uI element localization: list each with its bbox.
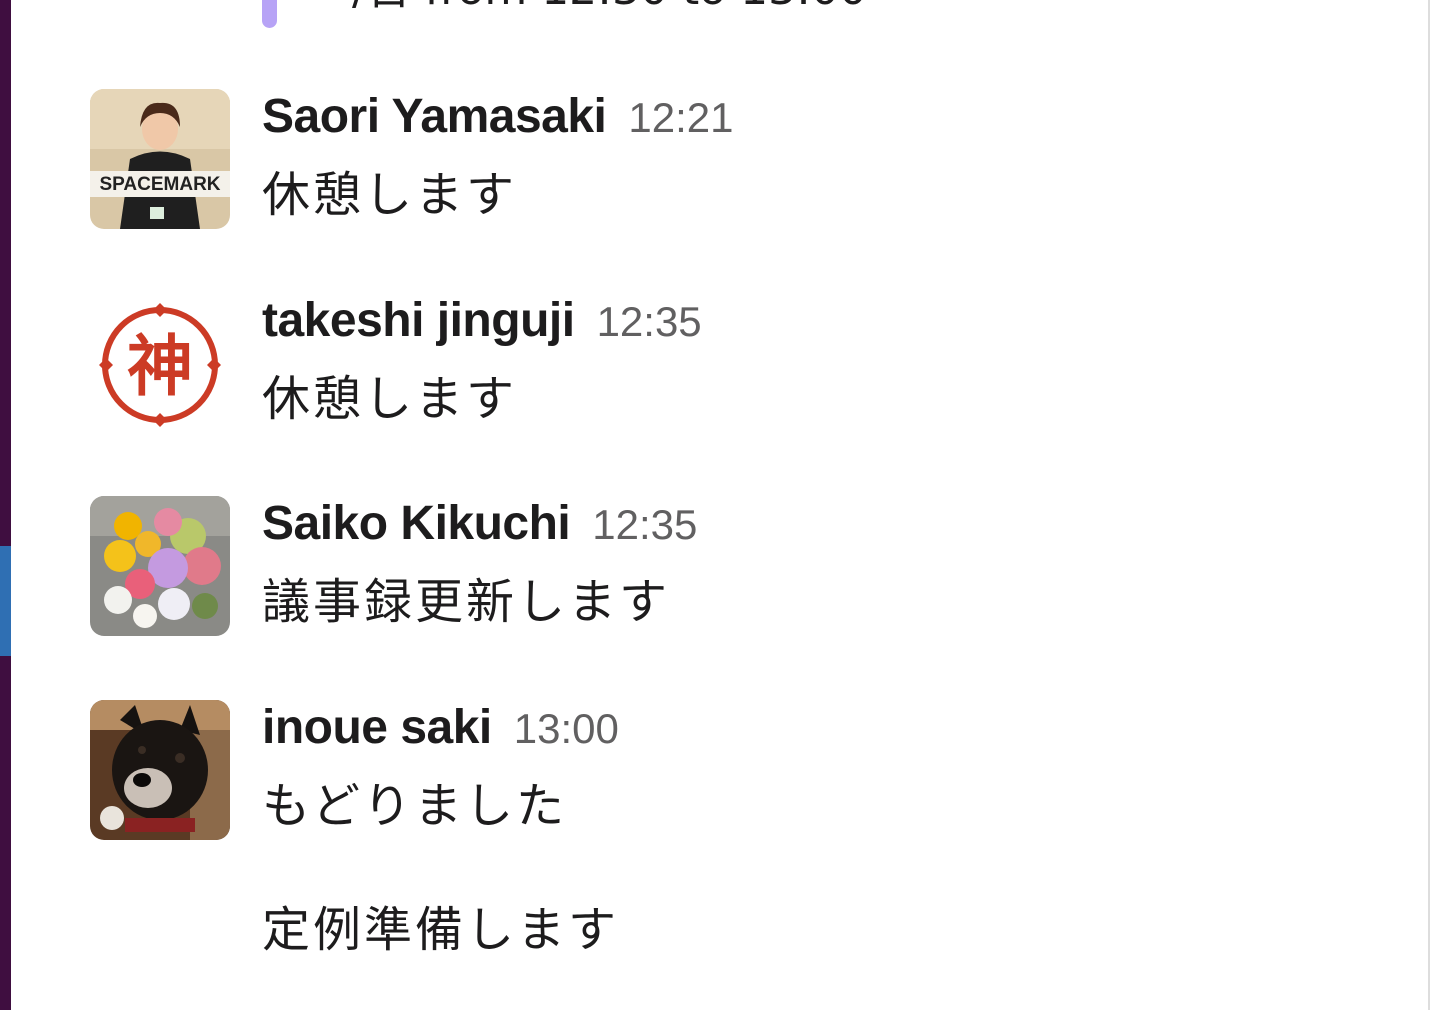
message-timestamp[interactable]: 13:00 bbox=[514, 705, 619, 752]
sender-name[interactable]: inoue saki bbox=[262, 701, 492, 754]
sender-name[interactable]: Saiko Kikuchi bbox=[262, 497, 571, 550]
avatar[interactable]: SPACEMARK bbox=[90, 89, 230, 229]
avatar-saori-image: SPACEMARK bbox=[90, 89, 230, 229]
message-header: Saiko Kikuchi 12:35 bbox=[262, 496, 697, 562]
sidebar-edge[interactable] bbox=[0, 0, 11, 1010]
message-text: 議事録更新します bbox=[262, 574, 671, 630]
sidebar-active-marker bbox=[0, 546, 11, 656]
message-header: takeshi jinguji 12:35 bbox=[262, 293, 702, 359]
avatar-sign-text: SPACEMARK bbox=[99, 174, 220, 195]
chat-window: /日 from 12:30 to 13:00 SPACEMARK Saori Y… bbox=[0, 0, 1440, 1010]
avatar[interactable] bbox=[90, 496, 230, 636]
avatar-seal-glyph: 神 bbox=[127, 328, 193, 405]
scrollbar[interactable] bbox=[1428, 0, 1440, 1010]
avatar[interactable] bbox=[90, 700, 230, 840]
avatar-seal-image: 神 bbox=[90, 293, 230, 433]
message-timestamp[interactable]: 12:21 bbox=[628, 94, 733, 141]
message-timestamp[interactable]: 12:35 bbox=[597, 298, 702, 345]
sender-name[interactable]: takeshi jinguji bbox=[262, 294, 575, 347]
message-text: 休憩します bbox=[262, 371, 518, 427]
sender-name[interactable]: Saori Yamasaki bbox=[262, 90, 607, 143]
avatar-dog-image bbox=[90, 700, 230, 840]
message-timestamp[interactable]: 12:35 bbox=[592, 501, 697, 548]
avatar-flowers-image bbox=[90, 496, 230, 636]
message-text: 休憩します bbox=[262, 167, 518, 223]
followup-message-text[interactable]: 定例準備します bbox=[262, 900, 619, 960]
message-text: もどりました bbox=[262, 778, 568, 834]
quote-accent-bar bbox=[262, 0, 277, 28]
previous-message-text: /日 from 12:30 to 13:00 bbox=[352, 0, 867, 12]
avatar[interactable]: 神 bbox=[90, 293, 230, 433]
message-header: Saori Yamasaki 12:21 bbox=[262, 89, 733, 155]
message-header: inoue saki 13:00 bbox=[262, 700, 619, 766]
